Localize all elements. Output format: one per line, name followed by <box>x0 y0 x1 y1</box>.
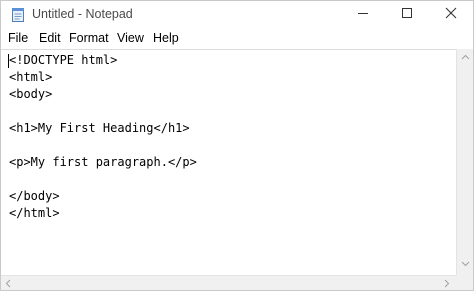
menu-format[interactable]: Format <box>69 31 109 45</box>
notepad-icon[interactable] <box>10 7 26 23</box>
vertical-scrollbar[interactable] <box>456 49 473 275</box>
menu-file[interactable]: File <box>8 31 28 45</box>
size-grip[interactable] <box>456 275 473 290</box>
close-icon <box>445 7 457 19</box>
scroll-down-icon[interactable] <box>461 261 470 267</box>
menu-bar: File Edit Format View Help <box>1 29 473 48</box>
maximize-icon <box>402 8 412 18</box>
text-editor[interactable]: <!DOCTYPE html> <html> <body> <h1>My Fir… <box>1 49 456 276</box>
menu-view[interactable]: View <box>117 31 144 45</box>
menu-help[interactable]: Help <box>153 31 179 45</box>
window-title: Untitled - Notepad <box>32 7 133 21</box>
title-bar[interactable]: Untitled - Notepad <box>1 1 473 29</box>
scroll-up-icon[interactable] <box>461 54 470 60</box>
maximize-button[interactable] <box>385 1 429 25</box>
notepad-window: Untitled - Notepad File Edit Format View… <box>0 0 474 291</box>
close-button[interactable] <box>429 1 473 25</box>
minimize-button[interactable] <box>341 1 385 25</box>
editor-line: <html> <box>9 70 53 84</box>
editor-line: <h1>My First Heading</h1> <box>9 121 190 135</box>
menu-edit[interactable]: Edit <box>39 31 61 45</box>
scroll-right-icon[interactable] <box>444 279 450 288</box>
editor-line: </body> <box>9 189 60 203</box>
horizontal-scrollbar[interactable] <box>1 275 456 290</box>
minimize-icon <box>358 13 368 14</box>
editor-line: <p>My first paragraph.</p> <box>9 155 197 169</box>
editor-line: </html> <box>9 206 60 220</box>
scroll-left-icon[interactable] <box>5 279 11 288</box>
editor-line: <body> <box>9 87 53 101</box>
editor-line: <!DOCTYPE html> <box>9 53 118 67</box>
